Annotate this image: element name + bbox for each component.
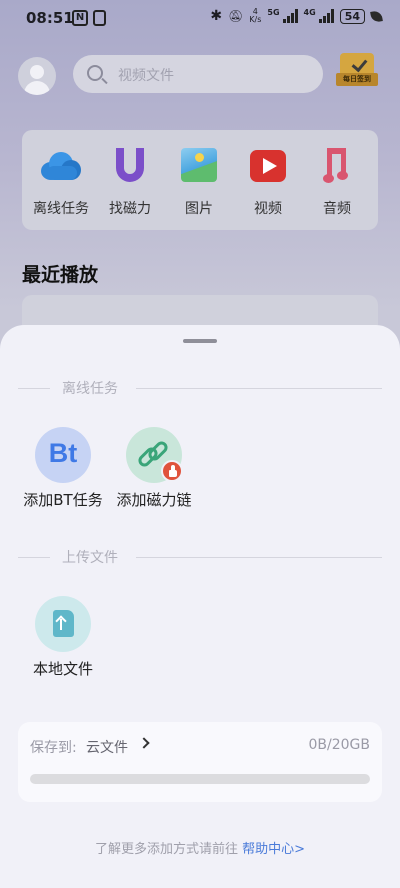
avatar-body (24, 81, 50, 95)
magnet-icon (108, 144, 152, 188)
add-magnet-link-button[interactable]: 添加磁力链 (109, 427, 199, 510)
link-icon (126, 427, 183, 483)
checkin-label: 每日签到 (336, 73, 378, 86)
upload-section-header: 上传文件 (18, 547, 382, 567)
add-task-bottom-sheet: 离线任务 Bt 添加BT任务 添加磁力链 上传文件 本地文件 保存到: 云文件 … (0, 325, 400, 888)
signal-1-icon (282, 9, 298, 23)
status-time: 08:51 (26, 9, 74, 27)
divider (136, 388, 382, 389)
category-offline-tasks[interactable]: 离线任务 (30, 144, 92, 230)
add-bt-task-button[interactable]: Bt 添加BT任务 (18, 427, 108, 510)
add-magnet-link-label: 添加磁力链 (116, 491, 192, 509)
daily-checkin-button[interactable]: 每日签到 (336, 53, 378, 91)
video-play-icon (246, 144, 290, 188)
bluetooth-icon: ✱ (210, 8, 223, 24)
music-note-icon (315, 144, 359, 188)
recent-playback-title: 最近播放 (22, 264, 99, 286)
save-to-label: 保存到: (30, 740, 77, 756)
category-find-magnet[interactable]: 找磁力 (99, 144, 161, 230)
bt-icon: Bt (35, 427, 91, 483)
mute-icon: 🔕︎ (228, 9, 244, 23)
category-label: 音频 (323, 201, 351, 217)
avatar[interactable] (18, 57, 56, 95)
offline-section-header: 离线任务 (18, 378, 382, 398)
signal-2-label: 4G (303, 8, 316, 17)
divider (18, 388, 50, 389)
category-audio[interactable]: 音频 (306, 144, 368, 230)
save-folder-name[interactable]: 云文件 (86, 737, 128, 757)
category-label: 视频 (254, 201, 282, 217)
photo-icon (177, 144, 221, 188)
network-speed-unit: K/s (249, 15, 262, 24)
search-placeholder: 视频文件 (118, 68, 174, 84)
help-footer: 了解更多添加方式请前往 帮助中心> (0, 838, 400, 857)
battery-icon: 54 (339, 8, 365, 24)
status-indicators: ✱ 🔕︎ 4 K/s 5G 4G 54 (210, 8, 383, 24)
help-center-link[interactable]: 帮助中心> (242, 842, 305, 857)
category-videos[interactable]: 视频 (237, 144, 299, 230)
cloud-icon (39, 144, 83, 188)
power-saving-leaf-icon (370, 9, 383, 23)
avatar-head (30, 65, 44, 79)
category-label: 图片 (185, 201, 213, 217)
thumbs-up-badge-icon (161, 460, 183, 482)
divider (136, 557, 382, 558)
signal-1-label: 5G (267, 8, 280, 17)
network-speed: 4 K/s (249, 8, 261, 24)
bt-icon-text: Bt (48, 438, 78, 468)
sheet-drag-handle[interactable] (183, 339, 217, 343)
search-icon (87, 65, 103, 81)
save-location-card[interactable]: 保存到: 云文件 0B/20GB (18, 722, 382, 802)
chevron-right-icon[interactable] (138, 737, 150, 749)
status-bar: 08:51 N ✱ 🔕︎ 4 K/s 5G 4G 54 (0, 0, 400, 38)
file-upload-icon (35, 596, 91, 652)
local-file-button[interactable]: 本地文件 (18, 596, 108, 679)
category-label: 找磁力 (109, 201, 151, 217)
storage-usage-bar (30, 774, 370, 784)
help-footer-text: 了解更多添加方式请前往 (94, 842, 238, 857)
signal-2-icon (318, 9, 334, 23)
category-bar: 离线任务 找磁力 图片 视频 音频 (22, 130, 378, 230)
search-bar[interactable]: 视频文件 (73, 55, 323, 93)
add-bt-task-label: 添加BT任务 (23, 491, 103, 509)
divider (18, 557, 50, 558)
nfc-icon: N (72, 10, 88, 26)
offline-section-title: 离线任务 (62, 381, 118, 397)
local-file-label: 本地文件 (32, 660, 93, 678)
upload-section-title: 上传文件 (62, 550, 118, 566)
category-label: 离线任务 (33, 201, 89, 217)
storage-quota: 0B/20GB (308, 737, 371, 753)
vibrate-icon (93, 10, 106, 26)
category-photos[interactable]: 图片 (168, 144, 230, 230)
